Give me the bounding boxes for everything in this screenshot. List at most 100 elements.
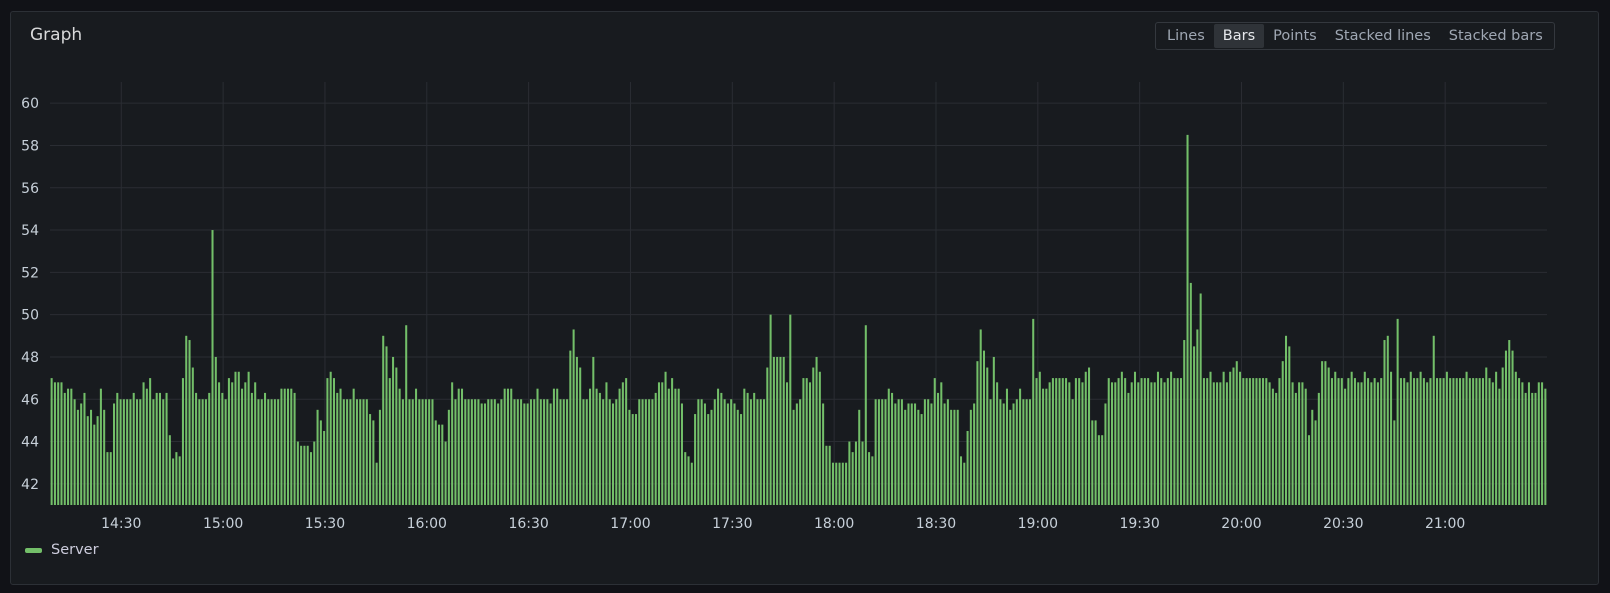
bar — [1091, 420, 1094, 505]
bar — [881, 399, 884, 505]
bar — [808, 382, 812, 505]
bar — [1537, 382, 1540, 505]
bar — [930, 403, 933, 505]
bar — [1527, 382, 1530, 505]
bar — [1232, 367, 1235, 505]
bar — [1035, 378, 1038, 505]
bar — [749, 399, 752, 505]
bar — [286, 388, 290, 505]
bar — [766, 367, 769, 505]
bar — [355, 399, 358, 505]
bar — [211, 230, 214, 506]
bar — [1163, 382, 1166, 505]
bar — [83, 392, 86, 505]
bar — [444, 441, 447, 505]
bar — [1344, 388, 1347, 505]
bar — [1104, 403, 1107, 505]
bar — [815, 356, 818, 505]
bar — [1458, 378, 1462, 505]
bar — [1117, 378, 1120, 505]
bar — [556, 388, 559, 505]
x-tick-label: 17:00 — [610, 516, 650, 532]
bar — [1258, 378, 1261, 505]
bar — [168, 435, 171, 505]
bar — [1042, 388, 1045, 505]
bar — [247, 371, 250, 505]
bar — [139, 399, 142, 505]
bar — [382, 335, 385, 505]
x-tick-label: 20:30 — [1323, 516, 1363, 532]
bar — [966, 430, 969, 505]
bar — [884, 399, 887, 505]
bar — [1248, 378, 1251, 505]
bar — [480, 403, 483, 505]
bar — [792, 409, 795, 505]
bar — [651, 399, 654, 505]
bar — [375, 462, 378, 505]
bar — [1455, 378, 1458, 505]
bar — [940, 382, 943, 505]
bar — [359, 399, 362, 505]
bar — [401, 399, 404, 505]
bar — [57, 382, 60, 505]
bar — [1245, 378, 1248, 505]
bar — [1012, 403, 1015, 505]
bar — [1541, 382, 1544, 505]
bar — [825, 445, 828, 505]
y-tick-label: 48 — [21, 350, 39, 366]
bar — [776, 356, 779, 505]
y-tick-label: 54 — [21, 223, 39, 239]
bar — [1019, 388, 1022, 505]
bar — [1521, 382, 1524, 505]
bar — [733, 403, 736, 505]
bar — [743, 388, 746, 505]
bar — [1491, 382, 1494, 505]
bar — [503, 388, 506, 505]
bar — [369, 414, 372, 505]
bar — [1166, 378, 1169, 505]
bar — [172, 458, 175, 505]
bar — [700, 399, 703, 505]
bar — [1475, 378, 1478, 505]
bar — [667, 388, 670, 505]
bar — [109, 452, 112, 506]
bar — [533, 399, 536, 505]
bar — [1209, 371, 1212, 505]
bar — [1055, 378, 1058, 505]
bar — [1133, 371, 1137, 505]
bar — [181, 378, 184, 505]
bar — [349, 399, 352, 505]
bar — [513, 399, 516, 505]
bar — [1294, 392, 1297, 505]
bar — [1350, 371, 1353, 505]
bar — [937, 392, 940, 505]
bar — [927, 399, 930, 505]
bar — [1439, 378, 1442, 505]
bar — [566, 399, 569, 505]
bar — [296, 441, 299, 505]
bar — [477, 399, 480, 505]
y-tick-label: 44 — [21, 435, 39, 451]
bar — [231, 382, 234, 505]
bar — [1268, 382, 1271, 505]
bar — [365, 399, 368, 505]
bar — [257, 399, 260, 505]
bar — [214, 356, 217, 505]
bar — [950, 409, 953, 505]
bar — [428, 399, 431, 505]
bar — [585, 399, 588, 505]
bar — [493, 399, 496, 505]
bar — [1107, 378, 1110, 505]
bar — [1101, 435, 1104, 505]
bar — [772, 356, 775, 505]
bar — [260, 399, 263, 505]
bar — [1406, 382, 1409, 505]
bar — [858, 409, 861, 505]
bar — [845, 462, 848, 505]
bar — [1065, 378, 1068, 505]
bar — [654, 392, 657, 505]
bar — [336, 392, 339, 505]
bar — [943, 403, 946, 505]
bar — [1449, 378, 1452, 505]
bar — [1173, 378, 1176, 505]
